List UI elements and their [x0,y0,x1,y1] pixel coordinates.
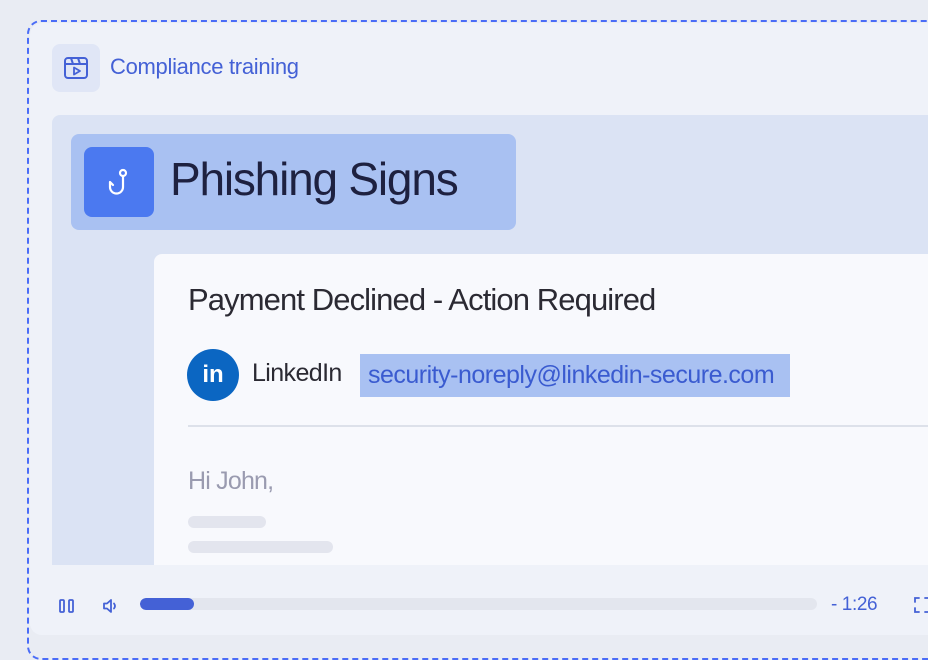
lesson-title-banner: Phishing Signs [71,134,516,230]
fullscreen-icon[interactable] [913,596,928,614]
text-placeholder-line [188,541,333,553]
video-controls: - 1:26 [30,565,928,635]
volume-icon[interactable] [101,597,121,615]
email-preview: Payment Declined - Action Required in Li… [154,254,928,565]
email-subject: Payment Declined - Action Required [188,282,656,317]
fishing-hook-icon [84,147,154,217]
video-icon [52,44,100,92]
pause-icon[interactable] [58,598,76,614]
email-greeting: Hi John, [188,467,274,495]
course-title: Compliance training [110,54,299,79]
progress-fill [140,598,195,610]
sender-email-highlighted: security-noreply@linkedin-secure.com [360,354,791,397]
linkedin-avatar: in [187,349,239,401]
video-stage[interactable]: Phishing Signs Payment Declined - Action… [52,115,928,565]
progress-bar[interactable] [140,598,817,610]
time-remaining: - 1:26 [831,594,878,615]
lesson-title: Phishing Signs [170,153,459,205]
divider [188,425,928,427]
training-card: Compliance training Phishing Signs Payme… [30,23,928,635]
text-placeholder-line [188,516,266,528]
sender-name: LinkedIn [252,359,342,387]
